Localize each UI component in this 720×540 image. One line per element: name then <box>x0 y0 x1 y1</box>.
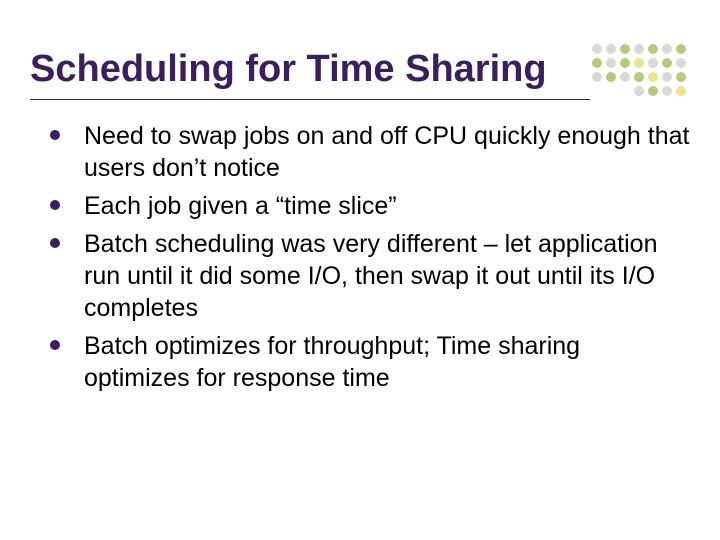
bullet-list: Need to swap jobs on and off CPU quickly… <box>36 120 690 394</box>
list-item-text: Need to swap jobs on and off CPU quickly… <box>84 122 689 182</box>
list-item-text: Each job given a “time slice” <box>84 192 397 220</box>
decorative-dots-icon <box>592 44 702 114</box>
list-item: Batch optimizes for throughput; Time sha… <box>36 330 690 394</box>
list-item: Batch scheduling was very different – le… <box>36 228 690 324</box>
bullet-icon <box>50 340 60 350</box>
title-underline <box>30 99 590 100</box>
list-item: Need to swap jobs on and off CPU quickly… <box>36 120 690 184</box>
list-item-text: Batch optimizes for throughput; Time sha… <box>84 332 580 392</box>
page-title: Scheduling for Time Sharing <box>30 48 690 91</box>
list-item: Each job given a “time slice” <box>36 190 690 222</box>
bullet-icon <box>50 238 60 248</box>
bullet-icon <box>50 200 60 210</box>
slide: Scheduling for Time Sharing Need to swap <box>0 0 720 540</box>
list-item-text: Batch scheduling was very different – le… <box>84 230 658 322</box>
bullet-icon <box>50 130 60 140</box>
